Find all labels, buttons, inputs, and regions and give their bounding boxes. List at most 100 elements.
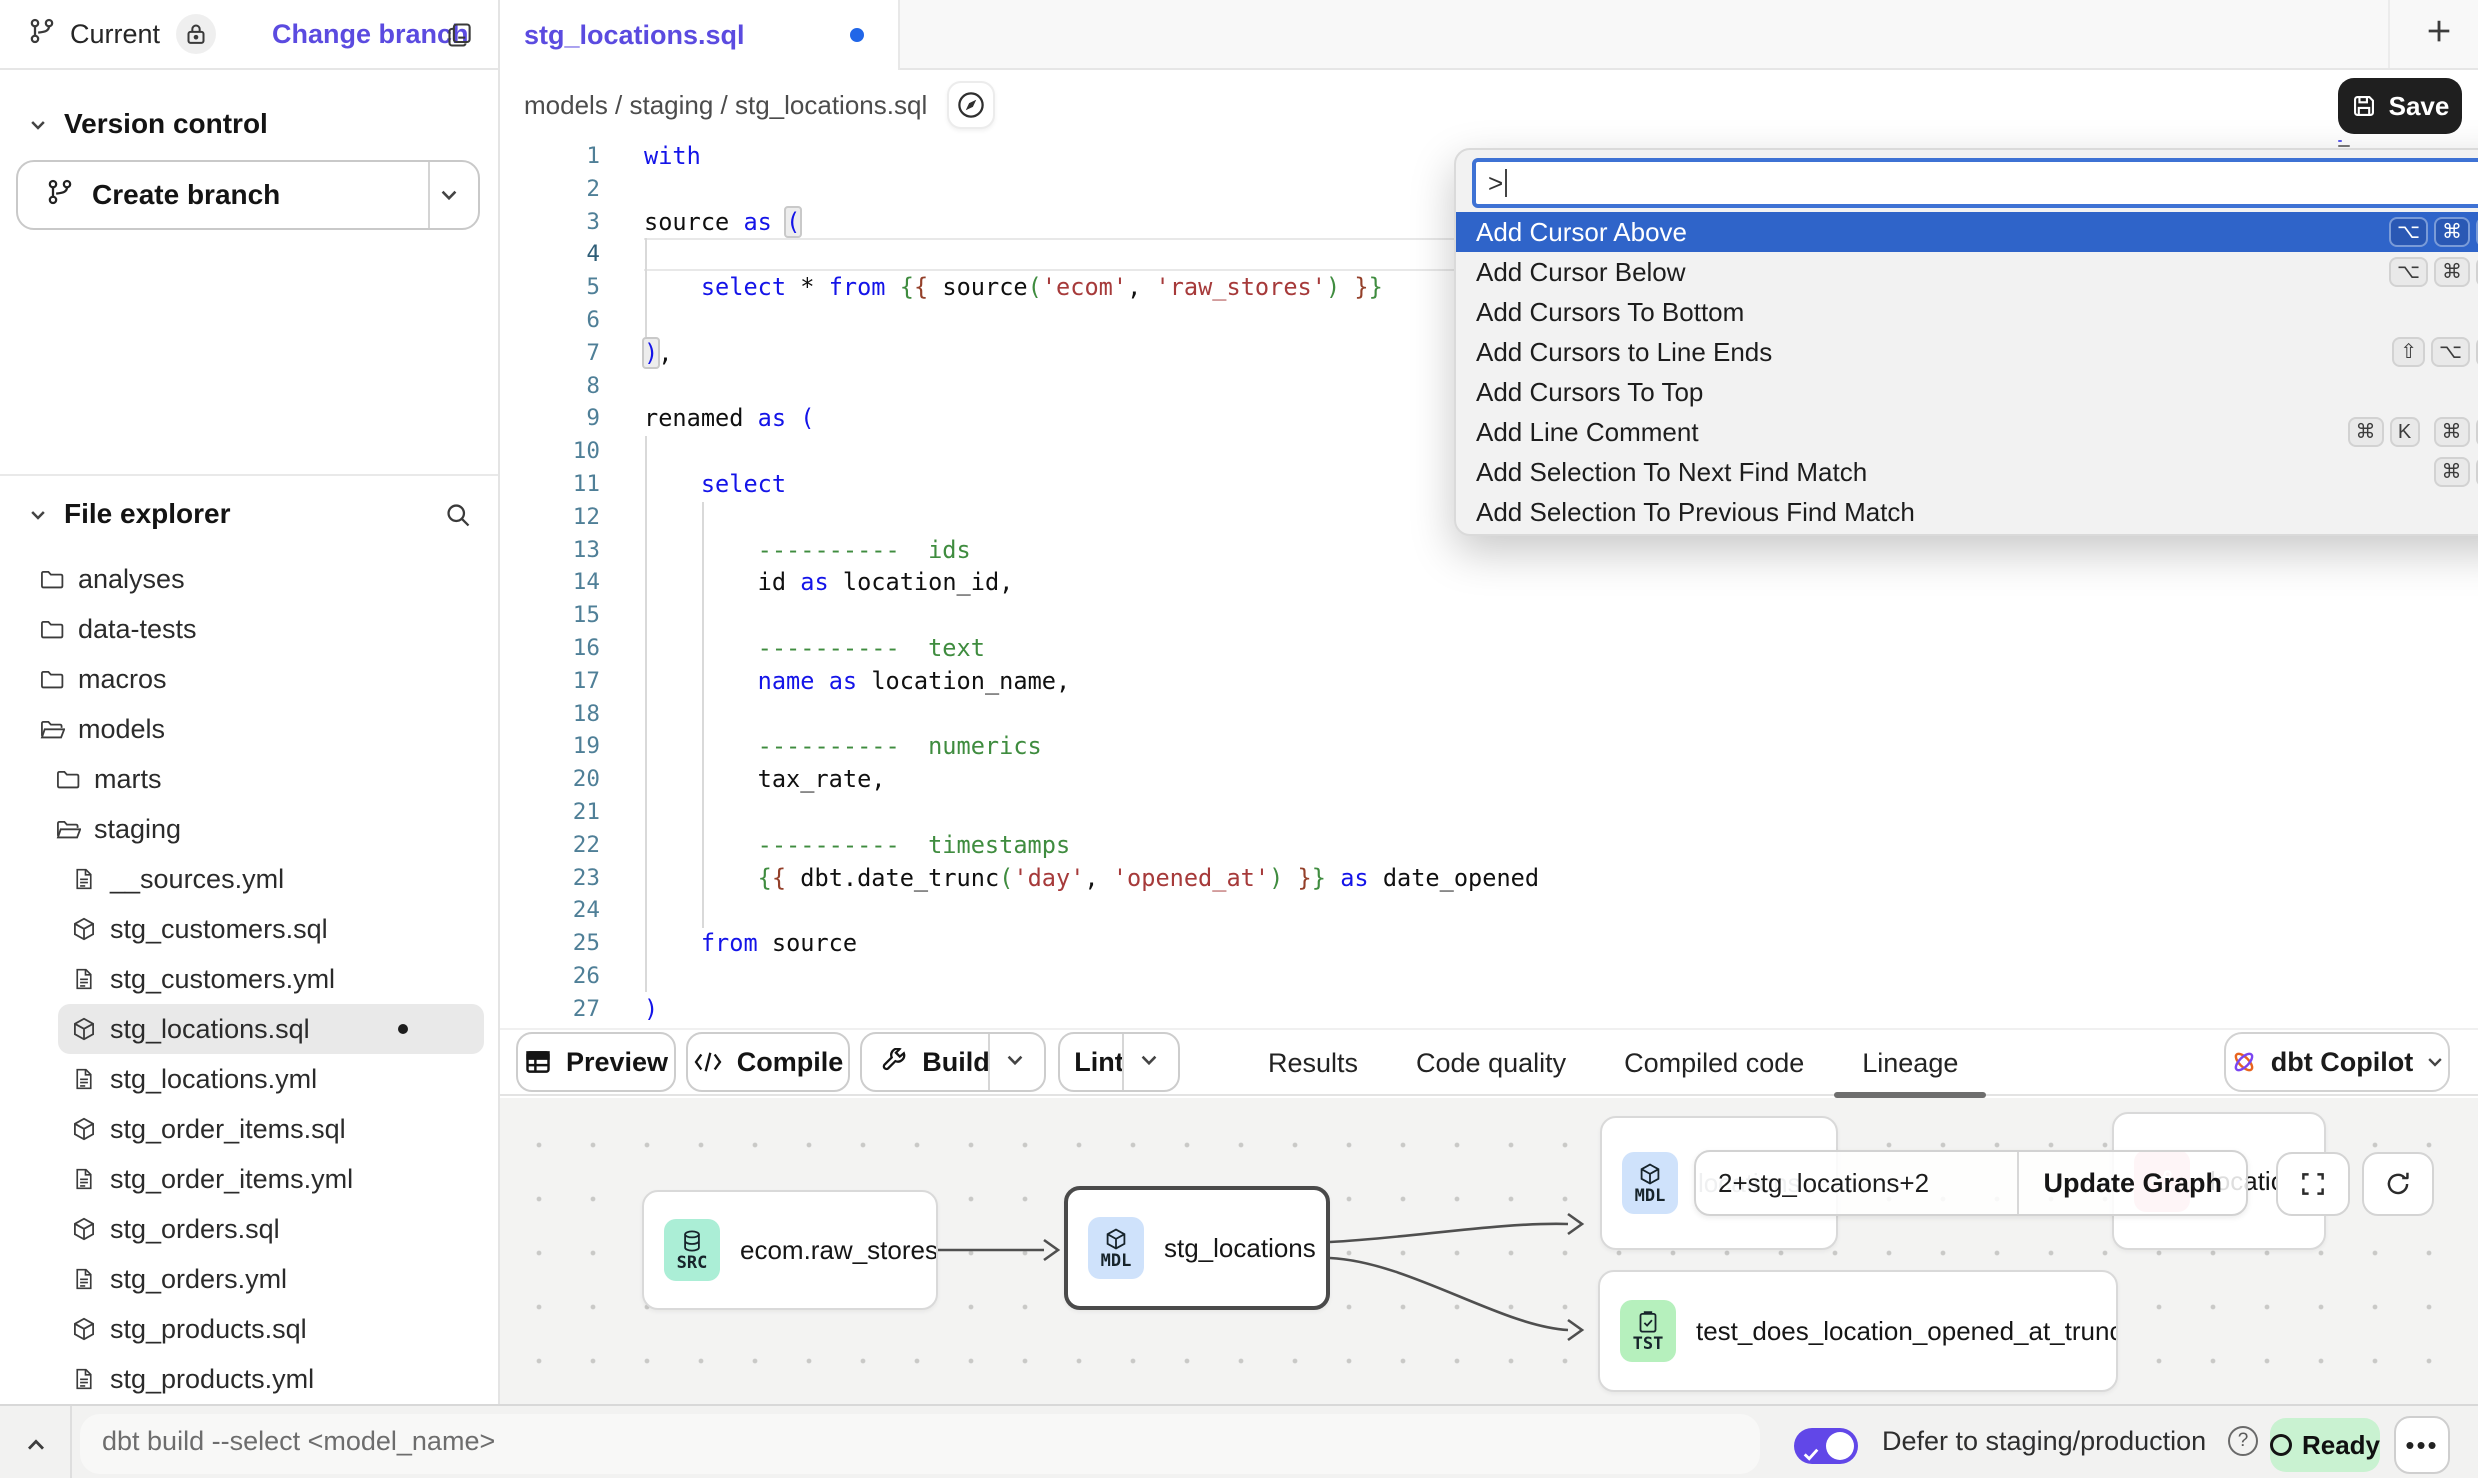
model-file-icon <box>70 1016 98 1042</box>
tab-stg-locations[interactable]: stg_locations.sql <box>500 0 900 70</box>
text-caret <box>1505 169 1507 197</box>
chevron-down-icon[interactable] <box>1004 1047 1026 1078</box>
file-item[interactable]: stg_locations.sql <box>58 1004 484 1054</box>
save-label: Save <box>2389 91 2450 122</box>
palette-item[interactable]: Add Cursors To Top <box>1456 372 2478 412</box>
file-item[interactable]: stg_orders.yml <box>0 1254 498 1304</box>
lineage-node-source[interactable]: SRC ecom.raw_stores <box>642 1190 938 1310</box>
code-line: 27) <box>500 993 2478 1026</box>
source-badge: SRC <box>664 1219 720 1281</box>
code-text: with <box>644 140 701 173</box>
defer-toggle[interactable] <box>1794 1428 1858 1464</box>
refresh-button[interactable] <box>2362 1152 2434 1216</box>
lineage-selector-input[interactable]: 2+stg_locations+2 <box>1696 1168 2017 1199</box>
keycap: ⌘ <box>2434 217 2470 247</box>
file-item[interactable]: stg_products.yml <box>0 1354 498 1404</box>
palette-item[interactable]: Add Cursors To Bottom <box>1456 292 2478 332</box>
palette-item[interactable]: Add Cursor Above⌥⌘↑ <box>1456 212 2478 252</box>
chevron-down-icon[interactable] <box>438 177 460 214</box>
file-item[interactable]: stg_locations.yml <box>0 1054 498 1104</box>
build-button[interactable]: Build <box>860 1032 1046 1092</box>
command-palette-input[interactable]: > <box>1472 158 2478 208</box>
search-icon[interactable] <box>444 500 472 537</box>
help-icon[interactable]: ? <box>2228 1426 2258 1456</box>
file-item[interactable]: stg_products.sql <box>0 1304 498 1354</box>
file-item[interactable]: data-tests <box>0 604 498 654</box>
line-number: 5 <box>500 271 624 304</box>
dbt-copilot-button[interactable]: dbt Copilot <box>2224 1032 2450 1092</box>
command-palette-list: Add Cursor Above⌥⌘↑Add Cursor Below⌥⌘↓Ad… <box>1456 212 2478 532</box>
cube-icon <box>1104 1227 1128 1251</box>
tab-results[interactable]: Results <box>1268 1030 1358 1096</box>
file-explorer-section: File explorer analysesdata-testsmacrosmo… <box>0 474 498 1404</box>
update-graph-button[interactable]: Update Graph <box>2019 1168 2246 1199</box>
fullscreen-button[interactable] <box>2276 1152 2350 1216</box>
preview-button[interactable]: Preview <box>516 1032 676 1092</box>
palette-item[interactable]: Add Cursor Below⌥⌘↓ <box>1456 252 2478 292</box>
palette-item[interactable]: Add Selection To Previous Find Match <box>1456 492 2478 532</box>
line-number: 15 <box>500 599 624 632</box>
palette-item-label: Add Cursor Above <box>1476 217 1687 248</box>
main-area: stg_locations.sql models / staging / stg… <box>500 0 2478 1404</box>
file-item[interactable]: stg_customers.sql <box>0 904 498 954</box>
tab-code-quality[interactable]: Code quality <box>1416 1030 1566 1096</box>
ready-status-button[interactable]: Ready <box>2270 1418 2380 1472</box>
file-item[interactable]: macros <box>0 654 498 704</box>
file-label: stg_products.sql <box>110 1314 307 1345</box>
palette-item[interactable]: Add Selection To Next Find Match⌘D <box>1456 452 2478 492</box>
chevron-up-icon[interactable] <box>24 1428 48 1465</box>
file-tree: analysesdata-testsmacrosmodelsmarts stagi… <box>0 554 498 1404</box>
file-item[interactable]: staging <box>0 804 498 854</box>
file-explorer-header[interactable]: File explorer <box>0 486 498 542</box>
chevron-down-icon <box>28 496 48 533</box>
code-line: 13 ---------- ids <box>500 534 2478 567</box>
tab-compiled-code[interactable]: Compiled code <box>1624 1030 1804 1096</box>
branch-lock-badge <box>176 14 216 54</box>
line-number: 24 <box>500 894 624 927</box>
file-label: staging <box>94 814 181 845</box>
file-label: stg_order_items.sql <box>110 1114 346 1145</box>
palette-item[interactable]: Add Line Comment⌘K⌘C <box>1456 412 2478 452</box>
file-item[interactable]: stg_customers.yml <box>0 954 498 1004</box>
shortcut-keys: ⌘D <box>2434 457 2478 487</box>
lineage-node-test[interactable]: TST test_does_location_opened_at_trunc_t… <box>1598 1270 2118 1392</box>
copilot-logo-icon <box>2229 1047 2259 1077</box>
compass-icon[interactable] <box>947 81 995 129</box>
file-item[interactable]: stg_orders.sql <box>0 1204 498 1254</box>
lineage-panel[interactable]: SRC ecom.raw_stores MDL stg_locations MD… <box>500 1098 2478 1404</box>
more-options-button[interactable]: ••• <box>2394 1416 2450 1474</box>
file-item[interactable]: stg_order_items.yml <box>0 1154 498 1204</box>
palette-item[interactable]: Add Cursors to Line Ends⇧⌥I <box>1456 332 2478 372</box>
chevron-down-icon[interactable] <box>1138 1047 1160 1078</box>
lineage-node-stg-locations[interactable]: MDL stg_locations <box>1064 1186 1330 1310</box>
file-item[interactable]: analyses <box>0 554 498 604</box>
file-item[interactable]: models <box>0 704 498 754</box>
folder-icon <box>38 666 66 692</box>
current-branch-label: Current <box>70 19 160 50</box>
keycap: K <box>2390 417 2420 447</box>
copy-icon[interactable] <box>446 20 474 57</box>
chevron-down-icon <box>28 106 48 143</box>
file-item[interactable]: stg_order_items.sql <box>0 1104 498 1154</box>
file-item[interactable]: __sources.yml <box>0 854 498 904</box>
node-label: test_does_location_opened_at_trunc_t… <box>1696 1316 2116 1347</box>
editor-tabbar: stg_locations.sql <box>500 0 2478 70</box>
save-button[interactable]: Save <box>2338 78 2462 134</box>
tab-lineage[interactable]: Lineage <box>1862 1030 1958 1096</box>
new-tab-button[interactable] <box>2424 16 2454 54</box>
code-text: ) <box>644 993 658 1026</box>
code-line: 15 <box>500 599 2478 632</box>
status-circle-icon <box>2270 1434 2292 1456</box>
line-number: 10 <box>500 435 624 468</box>
lock-icon <box>186 23 206 45</box>
create-branch-button[interactable]: Create branch <box>16 160 480 230</box>
version-control-header[interactable]: Version control <box>0 98 498 150</box>
change-branch-link[interactable]: Change branch <box>272 19 469 50</box>
file-item[interactable]: marts <box>0 754 498 804</box>
code-text: {{ dbt.date_trunc('day', 'opened_at') }}… <box>644 862 1539 895</box>
compile-button[interactable]: Compile <box>686 1032 850 1092</box>
shortcut-keys: ⇧⌥I <box>2392 337 2478 367</box>
keycap: ⇧ <box>2392 337 2425 367</box>
lint-button[interactable]: Lint <box>1058 1032 1180 1092</box>
command-placeholder: dbt build --select <model_name> <box>102 1426 495 1457</box>
